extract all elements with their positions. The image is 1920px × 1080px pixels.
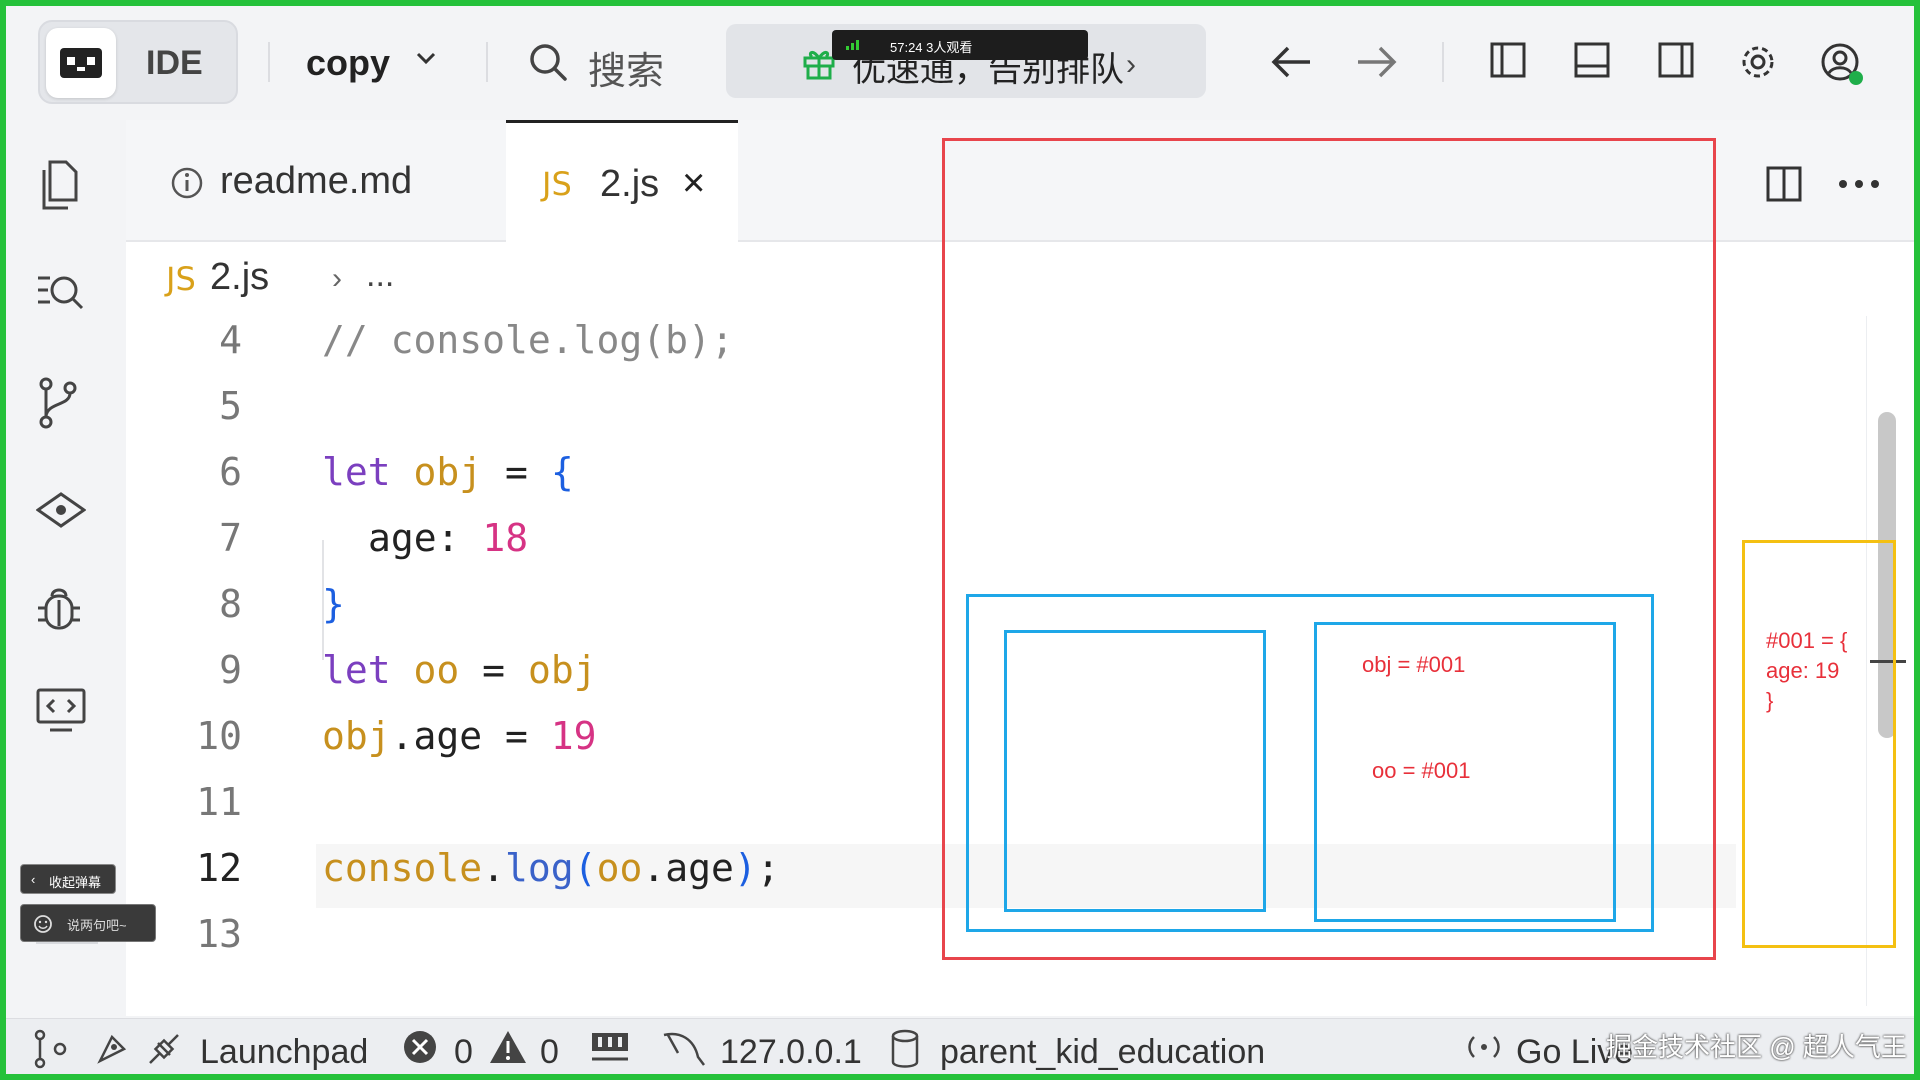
top-bar: IDE copy 搜索 优速通，告别排队 › 57:24 3人观看	[6, 6, 1914, 118]
activity-divider	[36, 942, 98, 944]
launchpad-label[interactable]: Launchpad	[200, 1033, 368, 1072]
info-icon	[171, 167, 203, 199]
tab-readme[interactable]: readme.md	[126, 120, 506, 240]
dolphin-db-icon[interactable]	[660, 1029, 708, 1069]
line-number: 7	[219, 516, 242, 560]
signal-icon	[846, 40, 859, 50]
tab-label: 2.js	[600, 163, 660, 205]
code-text: console.log(oo.age);	[322, 846, 780, 890]
annotation-heap-line: age: 19	[1766, 658, 1840, 683]
watermark: 掘金技术社区 @ 超人气王	[1606, 1032, 1907, 1062]
collapse-danmu-button[interactable]: ‹ 收起弹幕	[20, 864, 116, 894]
broadcast-icon[interactable]	[1462, 1029, 1506, 1065]
line-number: 4	[219, 318, 242, 362]
project-selector[interactable]: copy	[306, 42, 390, 84]
divider	[486, 42, 488, 82]
database-name[interactable]: parent_kid_education	[940, 1033, 1265, 1072]
danmu-input[interactable]: 说两句吧~	[20, 904, 156, 942]
ide-logo-icon	[46, 28, 116, 98]
annotation-stack-slot	[1004, 630, 1266, 912]
ide-window: IDE copy 搜索 优速通，告别排队 › 57:24 3人观看 readme…	[6, 6, 1914, 1074]
close-icon[interactable]: ×	[682, 161, 705, 206]
search-label[interactable]: 搜索	[588, 40, 664, 95]
js-file-icon: JS	[542, 165, 572, 203]
divider	[1442, 42, 1444, 82]
error-icon[interactable]	[402, 1029, 438, 1065]
line-number: 11	[196, 780, 242, 824]
status-bar: Launchpad 0 0 127.0.0.1 parent_kid_educa…	[6, 1018, 1914, 1074]
toggle-secondary-sidebar-icon[interactable]	[1658, 42, 1694, 78]
debug-bug-icon[interactable]	[36, 584, 82, 634]
warning-icon[interactable]	[488, 1029, 528, 1065]
code-text: age: 18	[368, 516, 529, 560]
line-number: 8	[219, 582, 242, 626]
warning-count[interactable]: 0	[540, 1033, 559, 1072]
code-text: let oo = obj	[322, 648, 597, 692]
live-overlay: 57:24 3人观看	[832, 30, 1088, 60]
plug-icon[interactable]	[144, 1029, 184, 1069]
rocket-icon[interactable]	[92, 1029, 132, 1069]
annotation-oo-ref: oo = #001	[1372, 758, 1471, 783]
chevron-right-icon: ›	[1126, 48, 1136, 81]
host-address[interactable]: 127.0.0.1	[720, 1033, 862, 1072]
breadcrumb-more[interactable]: ...	[366, 256, 394, 295]
line-number: 13	[196, 912, 242, 956]
breadcrumb-file[interactable]: 2.js	[210, 256, 269, 299]
chevron-right-icon: ›	[332, 262, 342, 295]
search-icon[interactable]	[528, 42, 568, 82]
ide-label: IDE	[146, 44, 203, 82]
collapse-danmu-label: 收起弹幕	[49, 875, 102, 890]
branch-settings-icon[interactable]	[30, 1029, 70, 1069]
annotation-heap-line: }	[1766, 688, 1774, 713]
annotation-obj-ref: obj = #001	[1362, 652, 1466, 677]
annotation-heap-box	[1742, 540, 1896, 948]
explorer-icon[interactable]	[36, 160, 80, 210]
split-editor-icon[interactable]	[1766, 166, 1802, 202]
gift-icon	[803, 51, 835, 80]
code-text: // console.log(b);	[322, 318, 734, 362]
arrow-left-icon[interactable]	[1270, 42, 1314, 82]
line-number: 9	[219, 648, 242, 692]
ide-switcher[interactable]: IDE	[38, 20, 238, 104]
live-stats: 57:24 3人观看	[890, 40, 973, 55]
annotation-heap-line: #001 = {	[1766, 628, 1848, 653]
arrow-right-icon[interactable]	[1354, 42, 1398, 82]
code-text: obj.age = 19	[322, 714, 597, 758]
code-text: }	[322, 582, 345, 626]
error-count[interactable]: 0	[454, 1033, 473, 1072]
tab-2js[interactable]: JS 2.js ×	[506, 120, 738, 242]
smiley-icon	[34, 915, 52, 933]
line-number: 5	[219, 384, 242, 428]
more-actions-icon[interactable]	[1838, 178, 1880, 190]
line-number: 6	[219, 450, 242, 494]
database-icon[interactable]	[890, 1029, 920, 1069]
ports-icon[interactable]	[590, 1029, 630, 1063]
toggle-sidebar-icon[interactable]	[1490, 42, 1526, 78]
divider	[268, 42, 270, 82]
code-text: let obj = {	[322, 450, 574, 494]
tab-label: readme.md	[220, 160, 413, 202]
account-icon[interactable]	[1820, 42, 1864, 86]
preview-eye-icon[interactable]	[36, 490, 86, 530]
chevron-down-icon[interactable]	[414, 48, 438, 68]
toggle-panel-icon[interactable]	[1574, 42, 1610, 78]
remote-monitor-icon[interactable]	[36, 688, 86, 734]
js-file-icon: JS	[166, 260, 196, 298]
search-files-icon[interactable]	[36, 270, 86, 314]
chevron-left-icon: ‹	[31, 872, 36, 887]
gear-icon[interactable]	[1738, 42, 1778, 82]
danmu-placeholder: 说两句吧~	[67, 918, 127, 933]
source-control-icon[interactable]	[36, 376, 80, 430]
line-number: 10	[196, 714, 242, 758]
line-number: 12	[196, 846, 242, 890]
